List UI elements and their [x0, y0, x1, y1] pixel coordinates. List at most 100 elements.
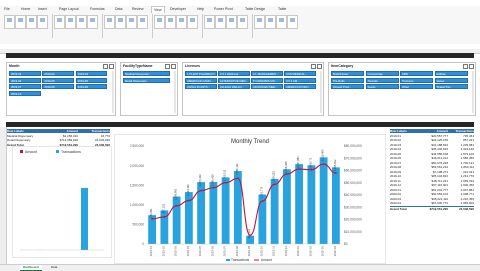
ribbon-tab[interactable]: Table Design [243, 6, 267, 12]
y-left-tick: 2,000,000 [130, 164, 144, 168]
multi-select-icon[interactable] [463, 64, 468, 69]
clear-filter-icon[interactable] [317, 64, 322, 69]
pivot-cell: 1,261,770 [448, 174, 474, 178]
ribbon-tab[interactable]: Formulas [88, 6, 107, 12]
ribbon-button[interactable] [287, 15, 298, 29]
ribbon-tab[interactable]: Data [113, 6, 124, 12]
slicer-item[interactable]: 2019-07 [9, 84, 41, 89]
slicer-item[interactable]: 5 CANNABIS MO... [251, 78, 283, 83]
amount-point [225, 182, 227, 184]
slicer-item[interactable]: Other [400, 84, 433, 89]
slicer-scrollbar[interactable] [472, 71, 475, 113]
ribbon-button[interactable] [76, 15, 87, 29]
multi-select-icon[interactable] [311, 64, 316, 69]
slicer-item[interactable]: Edibles [435, 71, 468, 76]
ribbon-button[interactable] [204, 15, 215, 29]
ribbon-button[interactable] [176, 15, 187, 29]
slicer-item[interactable]: 2019-10 [9, 91, 41, 96]
pivot-header[interactable]: Amount [45, 129, 78, 133]
ribbon-button[interactable] [126, 15, 137, 29]
ribbon-button[interactable] [26, 15, 37, 29]
clear-filter-icon[interactable] [469, 64, 474, 69]
ribbon-button[interactable] [4, 15, 15, 29]
slicer-item[interactable]: 3 0 1 AM... [284, 78, 316, 83]
slicer-item[interactable]: AMERICAN INDU... [284, 84, 316, 89]
slicer-item[interactable]: Medical Dispensary [123, 71, 170, 76]
pivot-header[interactable]: Row Labels [390, 129, 418, 133]
slicer-scrollbar[interactable] [320, 71, 323, 113]
slicer-item[interactable]: 3 5 1 Wellness... [218, 71, 250, 76]
slicer-item[interactable]: Tinctures [400, 78, 433, 83]
sheet-tab[interactable]: Dashboard [20, 265, 42, 271]
ribbon-button[interactable] [276, 15, 287, 29]
slicer-item[interactable]: Pre-Rolls [331, 78, 364, 83]
x-tick-label: 2020-01 [296, 246, 300, 257]
clear-filter-icon[interactable] [171, 64, 176, 69]
slicer-item[interactable]: Vapes [435, 78, 468, 83]
slicer-item[interactable]: 2019-09 [76, 84, 108, 89]
ribbon-tab[interactable]: Power Pivot [212, 6, 235, 12]
ribbon-button[interactable] [104, 15, 115, 29]
slicer-item[interactable]: ADVANCED MED... [251, 84, 283, 89]
ribbon-button[interactable] [54, 15, 65, 29]
slicer-item[interactable]: 2019-06 [76, 78, 108, 83]
slicer-title: ItemCategory [331, 64, 353, 68]
ribbon-button[interactable] [265, 15, 276, 29]
ribbon-button[interactable] [237, 15, 248, 29]
ribbon-button[interactable] [154, 15, 165, 29]
multi-select-icon[interactable] [103, 64, 108, 69]
slicer-item[interactable]: 2019-05 [42, 78, 74, 83]
ribbon-tab[interactable]: Table [276, 6, 288, 12]
ribbon-button[interactable] [254, 15, 265, 29]
slicer-item[interactable]: ALPHA PLANTS... [185, 84, 217, 89]
pivot-header[interactable]: Row Labels [7, 129, 45, 133]
slicer-item[interactable]: Seeds [366, 84, 399, 89]
slicer-item[interactable]: Shake/Trim [435, 84, 468, 89]
ribbon-tab[interactable]: Help [195, 6, 206, 12]
slicer-item[interactable]: 1 PLANT PHARMACY... [185, 71, 217, 76]
ribbon-button[interactable] [215, 15, 226, 29]
ribbon-button[interactable] [137, 15, 148, 29]
slicer-item[interactable]: Buds/Flower [331, 71, 364, 76]
sheet-tab[interactable]: Data [48, 265, 60, 270]
ribbon-tab[interactable]: View [151, 6, 165, 13]
slicer-item[interactable]: 2019-01 [9, 71, 41, 76]
slicer-item[interactable]: ACS MEDICAL... [284, 71, 316, 76]
ribbon-tab[interactable]: Review [130, 6, 145, 12]
slicer-item[interactable]: CBD [400, 71, 433, 76]
pivot-header[interactable]: Transactions [78, 129, 110, 133]
slicer-item[interactable]: AMERICAN CANN... [185, 78, 217, 83]
slicer-item[interactable]: 2019-04 [9, 78, 41, 83]
ribbon-button[interactable] [226, 15, 237, 29]
chart-frame [13, 147, 112, 258]
slicer-item[interactable]: Concentrate [366, 71, 399, 76]
slicer-item[interactable]: Topicals [366, 78, 399, 83]
pivot-header[interactable]: Amount [418, 129, 448, 133]
ribbon-button[interactable] [115, 15, 126, 29]
ribbon-button[interactable] [65, 15, 76, 29]
pivot-header[interactable]: Transactions [448, 129, 474, 133]
slicer-item[interactable]: Infused Prod... [331, 84, 364, 89]
slicer-item[interactable]: 2019-03 [76, 71, 108, 76]
ribbon-tab[interactable]: File [2, 6, 12, 12]
ribbon-button[interactable] [165, 15, 176, 29]
slicer-item[interactable]: 2019-08 [42, 84, 74, 89]
clear-filter-icon[interactable] [109, 64, 114, 69]
slicer-item[interactable]: Retail Dispensary [123, 78, 170, 83]
ribbon-tab[interactable]: Home [19, 6, 32, 12]
slicer-item[interactable]: 2019-02 [42, 71, 74, 76]
multi-select-icon[interactable] [165, 64, 170, 69]
slicer-item[interactable]: ALLEGH WELLN... [218, 84, 250, 89]
ribbon-button[interactable] [187, 15, 198, 29]
ribbon-button[interactable] [15, 15, 26, 29]
slicer-item[interactable]: A L MANAGEMEN... [251, 71, 283, 76]
slicer-item[interactable]: ALTERNATIVE MED... [218, 78, 250, 83]
ribbon-tab[interactable]: Page Layout [57, 6, 81, 12]
ribbon-button[interactable] [87, 15, 98, 29]
slicer-scrollbar[interactable] [112, 71, 115, 113]
trend-bar [307, 165, 315, 244]
ribbon-tab[interactable]: Insert [36, 6, 49, 12]
ribbon-button[interactable] [37, 15, 48, 29]
slicer-scrollbar[interactable] [174, 71, 177, 113]
ribbon-tab[interactable]: Developer [168, 6, 188, 12]
